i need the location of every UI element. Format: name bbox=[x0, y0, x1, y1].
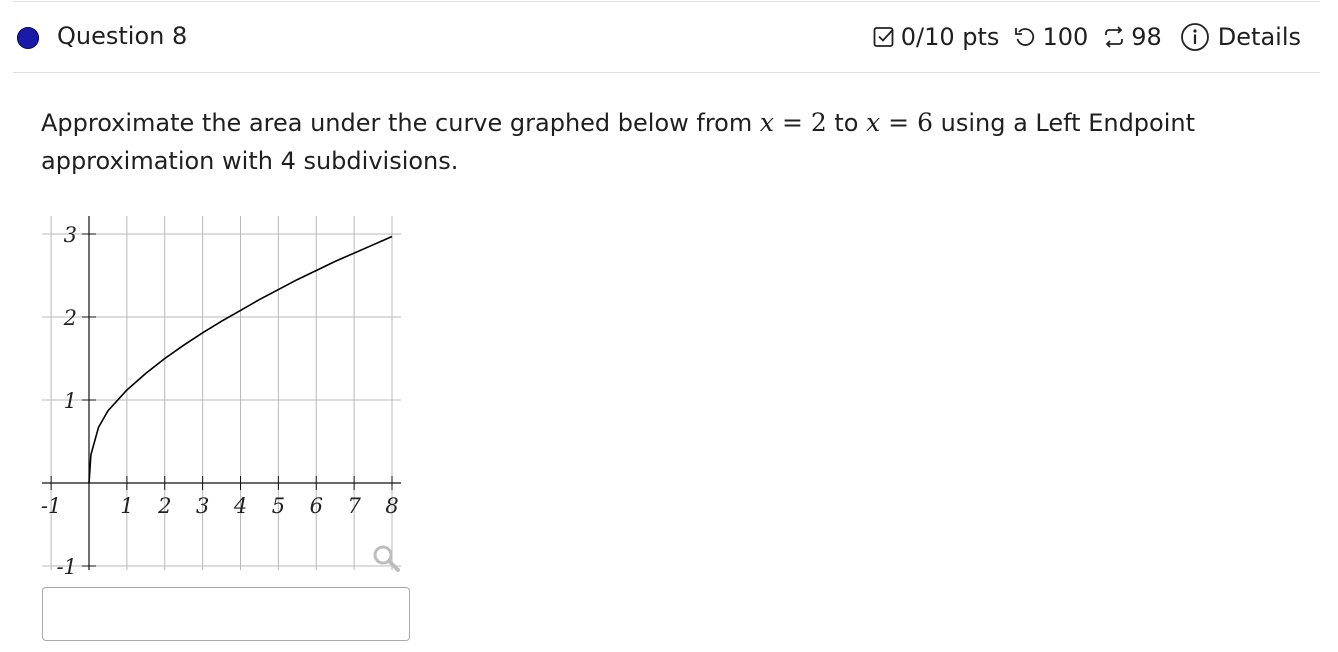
magnifier-icon[interactable] bbox=[373, 545, 400, 572]
math-equals-2: = bbox=[888, 108, 910, 137]
y-tick-label: 2 bbox=[63, 306, 77, 330]
question-meta: 0/10 pts 100 98 Details bbox=[872, 22, 1301, 52]
question-header: Question 8 0/10 pts 100 98 Details bbox=[13, 2, 1320, 73]
math-value-2: 2 bbox=[810, 108, 827, 137]
x-tick-label: 7 bbox=[347, 494, 361, 518]
prompt-text-2: to bbox=[826, 109, 867, 137]
score-group: 0/10 pts bbox=[872, 23, 1000, 51]
math-equals-1: = bbox=[781, 108, 803, 137]
math-expression-1: x = 2 bbox=[760, 108, 827, 137]
x-tick-label: 4 bbox=[233, 494, 247, 518]
math-var-x2: x bbox=[866, 108, 881, 137]
retry-icon bbox=[1013, 25, 1037, 49]
x-tick-label: 3 bbox=[196, 494, 209, 518]
submissions-count: 98 bbox=[1131, 23, 1162, 51]
math-value-6: 6 bbox=[917, 108, 933, 137]
answer-input[interactable] bbox=[42, 587, 410, 641]
x-tick-label: -1 bbox=[41, 494, 61, 518]
question-status-dot bbox=[17, 27, 39, 49]
y-tick-label: -1 bbox=[57, 555, 77, 578]
score-text: 0/10 pts bbox=[900, 23, 1000, 51]
info-icon bbox=[1180, 22, 1210, 52]
x-tick-label: 5 bbox=[272, 494, 285, 518]
prompt-text-1: Approximate the area under the curve gra… bbox=[41, 109, 760, 137]
swap-icon bbox=[1102, 25, 1126, 49]
x-tick-label: 8 bbox=[385, 494, 398, 518]
x-tick-label: 6 bbox=[310, 494, 323, 518]
math-var-x1: x bbox=[759, 108, 774, 137]
math-expression-2: x = 6 bbox=[866, 108, 933, 137]
question-title: Question 8 bbox=[57, 22, 188, 50]
x-tick-label: 2 bbox=[157, 494, 171, 518]
y-tick-label: 3 bbox=[64, 223, 77, 247]
submissions-group: 98 bbox=[1102, 23, 1162, 51]
attempts-count: 100 bbox=[1042, 23, 1089, 51]
function-graph[interactable]: -1 1 2 3 4 5 6 7 8321-1 bbox=[36, 208, 408, 578]
attempts-group: 100 bbox=[1013, 23, 1088, 51]
checkbox-icon bbox=[872, 25, 896, 49]
details-button[interactable]: Details bbox=[1180, 22, 1301, 52]
details-label: Details bbox=[1217, 23, 1301, 51]
question-prompt: Approximate the area under the curve gra… bbox=[41, 104, 1311, 180]
y-tick-label: 1 bbox=[64, 389, 77, 413]
x-tick-label: 1 bbox=[120, 494, 133, 518]
